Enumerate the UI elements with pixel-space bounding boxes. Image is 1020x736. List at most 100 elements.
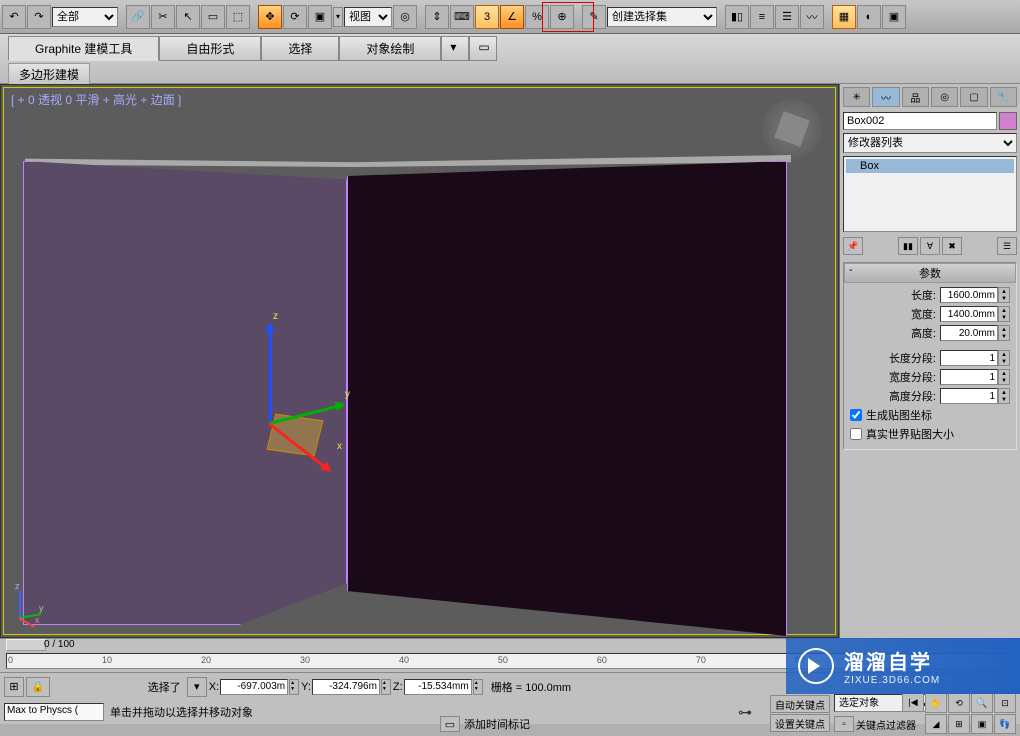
gen-coords-checkbox[interactable] xyxy=(850,409,862,421)
angle-snap-icon[interactable]: ∠ xyxy=(500,5,524,29)
maxscript-listener[interactable]: Max to Physcs ( xyxy=(4,703,104,721)
select-window-icon[interactable]: ⬚ xyxy=(226,5,250,29)
y-coord-field[interactable] xyxy=(312,679,380,695)
configure-sets-icon[interactable]: ☰ xyxy=(997,237,1017,255)
setkey-button[interactable]: 设置关键点 xyxy=(770,714,830,732)
pivot-icon[interactable]: ◎ xyxy=(393,5,417,29)
snap-toggle-icon[interactable]: 3 xyxy=(475,5,499,29)
scale-icon[interactable]: ▣ xyxy=(308,5,332,29)
hierarchy-tab-icon[interactable]: 品 xyxy=(902,87,929,107)
undo-icon[interactable]: ↶ xyxy=(2,5,26,29)
ribbon-dropdown-icon[interactable]: ▾ xyxy=(441,36,469,61)
z-coord-field[interactable] xyxy=(404,679,472,695)
key-filter-icon[interactable]: ▫ xyxy=(834,716,854,732)
selection-filter-dropdown[interactable]: 全部 xyxy=(52,7,118,27)
make-unique-icon[interactable]: ∀ xyxy=(920,237,940,255)
x-spinner[interactable]: ▲▼ xyxy=(289,679,299,695)
width-spinner[interactable]: ▲▼ xyxy=(998,306,1010,322)
display-tab-icon[interactable]: ▢ xyxy=(960,87,987,107)
tab-freeform[interactable]: 自由形式 xyxy=(159,36,261,61)
object-color-swatch[interactable] xyxy=(999,112,1017,130)
remove-mod-icon[interactable]: ✖ xyxy=(942,237,962,255)
pin-stack-icon[interactable]: 📌 xyxy=(843,237,863,255)
scale-flyout-arrow[interactable]: ▾ xyxy=(333,7,343,27)
time-slider[interactable] xyxy=(6,639,46,651)
select-icon[interactable]: ↖ xyxy=(176,5,200,29)
modify-tab-icon[interactable]: 〰 xyxy=(872,87,899,107)
ref-coord-dropdown[interactable]: 视图 xyxy=(344,7,392,27)
select-rect-icon[interactable]: ▭ xyxy=(201,5,225,29)
maximize-viewport-icon[interactable]: ▣ xyxy=(971,714,993,734)
align-icon[interactable]: ≡ xyxy=(750,5,774,29)
named-selection-dropdown[interactable]: 创建选择集 xyxy=(607,7,717,27)
keying-buttons: 自动关键点 设置关键点 xyxy=(770,695,830,732)
command-panel: ✳ 〰 品 ◎ ▢ 🔧 修改器列表 Box 📌 ▮▮ ∀ ✖ ☰ -参数 长度 xyxy=(839,84,1020,638)
move-icon[interactable]: ✥ xyxy=(258,5,282,29)
viewport[interactable]: [ + 0 透视 0 平滑 + 高光 + 边面 ] z y x z y x xyxy=(0,84,839,638)
trackbar-toggle-icon[interactable]: ⊞ xyxy=(4,677,24,697)
wsegs-spinner[interactable]: ▲▼ xyxy=(998,369,1010,385)
lock-selection-icon[interactable]: 🔒 xyxy=(26,677,50,697)
manip-icon[interactable]: ⇕ xyxy=(425,5,449,29)
material-editor-icon[interactable]: ▦ xyxy=(832,5,856,29)
redo-icon[interactable]: ↷ xyxy=(27,5,51,29)
real-world-checkbox[interactable] xyxy=(850,428,862,440)
modifier-list-dropdown[interactable]: 修改器列表 xyxy=(843,133,1017,153)
width-field[interactable] xyxy=(940,306,998,322)
show-end-icon[interactable]: ▮▮ xyxy=(898,237,918,255)
object-name-field[interactable] xyxy=(843,112,997,130)
rotate-icon[interactable]: ⟳ xyxy=(283,5,307,29)
field-of-view-icon[interactable]: ◢ xyxy=(925,714,947,734)
lsegs-spinner[interactable]: ▲▼ xyxy=(998,350,1010,366)
main-area: [ + 0 透视 0 平滑 + 高光 + 边面 ] z y x z y x ✳ … xyxy=(0,84,1020,638)
walk-icon[interactable]: 👣 xyxy=(994,714,1016,734)
lsegs-field[interactable] xyxy=(940,350,998,366)
autokey-button[interactable]: 自动关键点 xyxy=(770,695,830,713)
stack-item-box[interactable]: Box xyxy=(846,159,1014,173)
tab-object-paint[interactable]: 对象绘制 xyxy=(339,36,441,61)
y-spinner[interactable]: ▲▼ xyxy=(381,679,391,695)
z-spinner[interactable]: ▲▼ xyxy=(473,679,483,695)
height-spinner[interactable]: ▲▼ xyxy=(998,325,1010,341)
length-spinner[interactable]: ▲▼ xyxy=(998,287,1010,303)
goto-start-icon[interactable]: |◀ xyxy=(902,692,924,712)
ribbon-minimize-icon[interactable]: ▭ xyxy=(469,36,497,61)
watermark-url: ZIXUE.3D66.COM xyxy=(844,675,940,686)
render-setup-icon[interactable]: ◐ xyxy=(857,5,881,29)
x-coord-field[interactable] xyxy=(220,679,288,695)
motion-tab-icon[interactable]: ◎ xyxy=(931,87,958,107)
tab-select[interactable]: 选择 xyxy=(261,36,339,61)
link-icon[interactable]: 🔗 xyxy=(126,5,150,29)
zoom-extents-icon[interactable]: ⊞ xyxy=(948,714,970,734)
selected-label: 选择了 xyxy=(144,679,185,695)
hsegs-field[interactable] xyxy=(940,388,998,404)
length-field[interactable] xyxy=(940,287,998,303)
height-field[interactable] xyxy=(940,325,998,341)
zoom-icon[interactable]: 🔍 xyxy=(971,693,993,713)
utilities-tab-icon[interactable]: 🔧 xyxy=(990,87,1017,107)
params-rollup-header[interactable]: -参数 xyxy=(844,263,1016,283)
create-tab-icon[interactable]: ✳ xyxy=(843,87,870,107)
arc-rotate-icon[interactable]: ⟲ xyxy=(948,693,970,713)
keyboard-icon[interactable]: ⌨ xyxy=(450,5,474,29)
key-lock-icon[interactable]: ⊶ xyxy=(730,702,760,722)
subtab-poly-modeling[interactable]: 多边形建模 xyxy=(8,63,90,86)
add-time-tag-label[interactable]: 添加时间标记 xyxy=(464,716,530,732)
named-sel-edit-icon[interactable]: ✎ xyxy=(582,5,606,29)
time-tag-icon[interactable]: ▭ xyxy=(440,716,460,732)
sel-arrow-icon[interactable]: ▾ xyxy=(187,677,207,697)
render-icon[interactable]: ▣ xyxy=(882,5,906,29)
percent-snap-icon[interactable]: % xyxy=(525,5,549,29)
wsegs-field[interactable] xyxy=(940,369,998,385)
unlink-icon[interactable]: ✂ xyxy=(151,5,175,29)
zoom-all-icon[interactable]: ⊡ xyxy=(994,693,1016,713)
layers-icon[interactable]: ☰ xyxy=(775,5,799,29)
spinner-snap-icon[interactable]: ⊕ xyxy=(550,5,574,29)
curve-editor-icon[interactable]: 〰 xyxy=(800,5,824,29)
pan-icon[interactable]: ✋ xyxy=(925,693,947,713)
mirror-icon[interactable]: ▮▯ xyxy=(725,5,749,29)
modifier-stack[interactable]: Box xyxy=(843,156,1017,232)
move-gizmo[interactable]: z y x xyxy=(253,311,353,471)
tab-graphite[interactable]: Graphite 建模工具 xyxy=(8,36,159,61)
hsegs-spinner[interactable]: ▲▼ xyxy=(998,388,1010,404)
